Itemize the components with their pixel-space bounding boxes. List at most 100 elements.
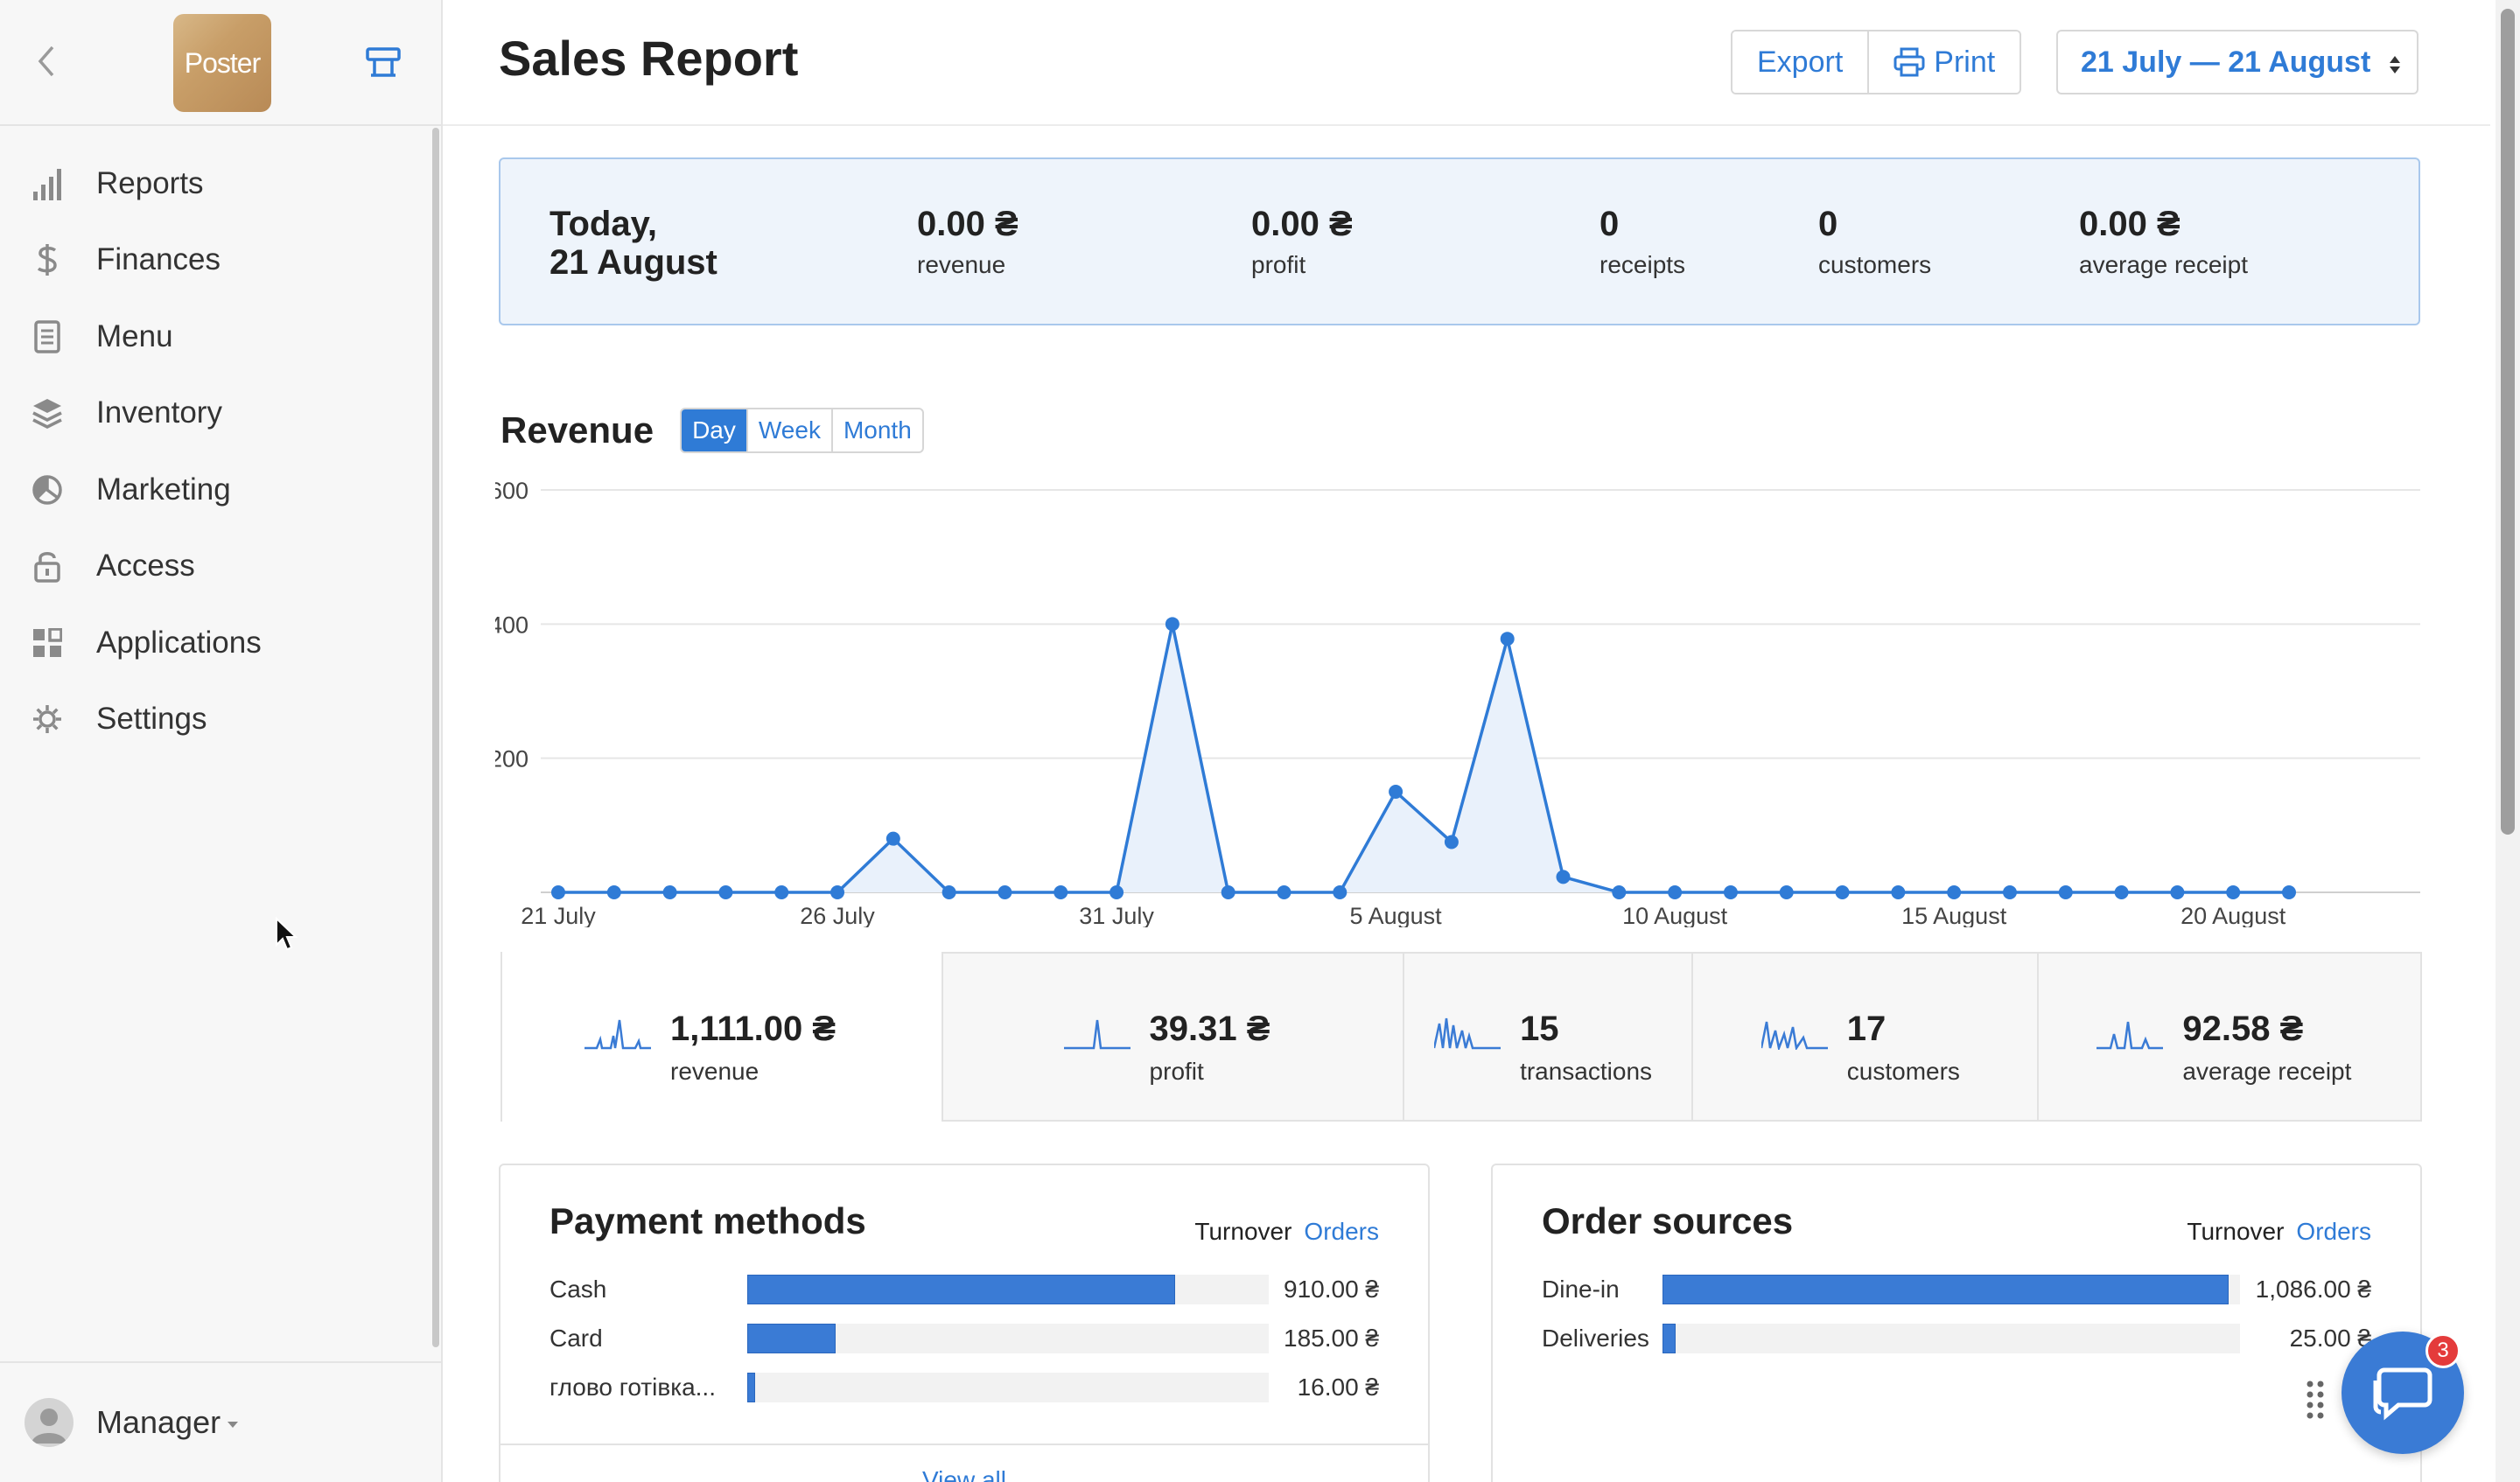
- stat-label: revenue: [917, 251, 1006, 278]
- chevron-down-icon: [228, 1421, 239, 1428]
- sparkline-icon: [1063, 1019, 1130, 1050]
- mouse-cursor-icon: [276, 917, 298, 951]
- print-label: Print: [1934, 45, 1996, 79]
- user-menu[interactable]: Manager: [0, 1361, 441, 1482]
- data-point: [1333, 885, 1348, 899]
- summary-label: profit: [1149, 1058, 1204, 1085]
- sidebar-item-settings[interactable]: Settings: [0, 682, 438, 758]
- bar-track: [747, 1373, 1269, 1402]
- data-point: [1947, 885, 1962, 899]
- sidebar-item-menu[interactable]: Menu: [0, 298, 438, 375]
- bar-track: [1662, 1275, 2240, 1304]
- data-point: [2058, 885, 2073, 899]
- bar-fill: [1662, 1324, 1676, 1353]
- notification-badge: 3: [2426, 1333, 2460, 1368]
- user-name[interactable]: Manager: [96, 1404, 239, 1441]
- print-button[interactable]: Print: [1867, 31, 2020, 93]
- stat-value: 0.00 ₴: [917, 205, 1018, 243]
- period-switch: Day Week Month: [680, 408, 924, 453]
- bar-value: 16.00 ₴: [1297, 1374, 1379, 1401]
- period-week-button[interactable]: Week: [746, 409, 831, 451]
- summary-value: 15: [1520, 1010, 1559, 1048]
- data-point: [1612, 885, 1627, 899]
- data-point: [942, 885, 956, 899]
- summary-profit[interactable]: 39.31 ₴ profit: [941, 954, 1404, 1120]
- bar-fill: [747, 1275, 1175, 1304]
- x-tick-label: 21 July: [521, 903, 596, 927]
- page-scrollbar-thumb[interactable]: [2501, 9, 2515, 835]
- period-day-button[interactable]: Day: [682, 409, 746, 451]
- panel-title: Payment methods: [550, 1200, 866, 1241]
- date-range-picker[interactable]: 21 July — 21 August: [2056, 30, 2418, 94]
- x-tick-label: 5 August: [1350, 903, 1443, 927]
- x-tick-label: 15 August: [1901, 903, 2007, 927]
- payment-row-card: Card 185.00 ₴: [550, 1321, 1379, 1356]
- data-point: [1668, 885, 1683, 899]
- today-stat-profit: 0.00 ₴ profit: [1251, 205, 1353, 279]
- date-range-text: 21 July — 21 August: [2081, 45, 2371, 79]
- sidebar-item-reports[interactable]: Reports: [0, 145, 438, 222]
- grid-icon: [30, 626, 65, 661]
- y-tick-label: 600: [495, 478, 528, 504]
- x-tick-label: 26 July: [800, 903, 875, 927]
- data-point: [1277, 885, 1292, 899]
- data-point: [1165, 617, 1180, 632]
- summary-value: 39.31 ₴: [1149, 1010, 1270, 1048]
- bar-chart-icon: [30, 166, 65, 201]
- revenue-chart: 200 400 600 21 July 26 July 31 July 5 August 10…: [495, 478, 2420, 927]
- sidebar-item-label: Reports: [96, 165, 204, 200]
- bar-fill: [747, 1373, 755, 1402]
- user-name-text: Manager: [96, 1404, 221, 1440]
- period-month-button[interactable]: Month: [830, 409, 922, 451]
- export-button[interactable]: Export: [1732, 31, 1868, 93]
- orders-toggle[interactable]: Orders: [1304, 1218, 1379, 1245]
- sidebar-item-finances[interactable]: Finances: [0, 222, 438, 299]
- chevron-left-icon: [38, 45, 54, 77]
- data-point: [2002, 885, 2017, 899]
- bar-label: Deliveries: [1542, 1325, 1649, 1352]
- summary-customers[interactable]: 17 customers: [1690, 954, 2038, 1120]
- sidebar-item-access[interactable]: Access: [0, 528, 438, 605]
- data-point: [718, 885, 733, 899]
- summary-average-receipt[interactable]: 92.58 ₴ average receipt: [2037, 954, 2420, 1120]
- data-point: [2170, 885, 2185, 899]
- cash-register-button[interactable]: [360, 42, 406, 84]
- today-stat-customers: 0 customers: [1818, 205, 1931, 279]
- sidebar-item-label: Access: [96, 549, 195, 584]
- stat-value: 0.00 ₴: [1251, 205, 1353, 243]
- printer-icon: [1894, 47, 1925, 77]
- sparkline-icon: [2096, 1021, 2164, 1050]
- orders-toggle[interactable]: Orders: [2296, 1218, 2371, 1245]
- data-point: [886, 831, 900, 846]
- turnover-toggle[interactable]: Turnover: [1194, 1218, 1292, 1245]
- summary-value: 17: [1846, 1010, 1886, 1048]
- metric-toggle: Turnover Orders: [2187, 1218, 2371, 1246]
- panel-title: Order sources: [1542, 1200, 1794, 1241]
- pie-icon: [30, 472, 65, 507]
- bar-fill: [747, 1324, 836, 1353]
- turnover-toggle[interactable]: Turnover: [2187, 1218, 2284, 1245]
- summary-revenue[interactable]: 1,111.00 ₴ revenue: [502, 952, 942, 1122]
- sidebar-item-applications[interactable]: Applications: [0, 605, 438, 682]
- view-all-link[interactable]: View all: [500, 1444, 1428, 1482]
- data-point: [1891, 885, 1906, 899]
- poster-logo: Poster: [173, 14, 271, 112]
- bar-value: 25.00 ₴: [2289, 1325, 2371, 1352]
- stat-label: receipts: [1600, 251, 1686, 278]
- data-point: [774, 885, 789, 899]
- sidebar-item-marketing[interactable]: Marketing: [0, 451, 438, 528]
- bar-label: Cash: [550, 1276, 607, 1303]
- payment-row-cash: Cash 910.00 ₴: [550, 1272, 1379, 1307]
- today-summary-card: Today, 21 August 0.00 ₴ revenue 0.00 ₴ p…: [499, 157, 2420, 325]
- sidebar-scrollbar[interactable]: [432, 128, 439, 1347]
- summary-transactions[interactable]: 15 transactions: [1403, 954, 1691, 1120]
- layers-icon: [30, 395, 65, 430]
- logo-text: Poster: [184, 46, 261, 79]
- page-title: Sales Report: [499, 31, 799, 86]
- stat-label: average receipt: [2079, 251, 2249, 278]
- period-summary: 1,111.00 ₴ revenue 39.31 ₴ profit 15 tra…: [500, 952, 2422, 1122]
- sidebar-item-inventory[interactable]: Inventory: [0, 375, 438, 452]
- back-button[interactable]: [26, 38, 65, 84]
- drag-handle-icon[interactable]: [2305, 1379, 2326, 1421]
- stat-value: 0: [1818, 205, 1838, 243]
